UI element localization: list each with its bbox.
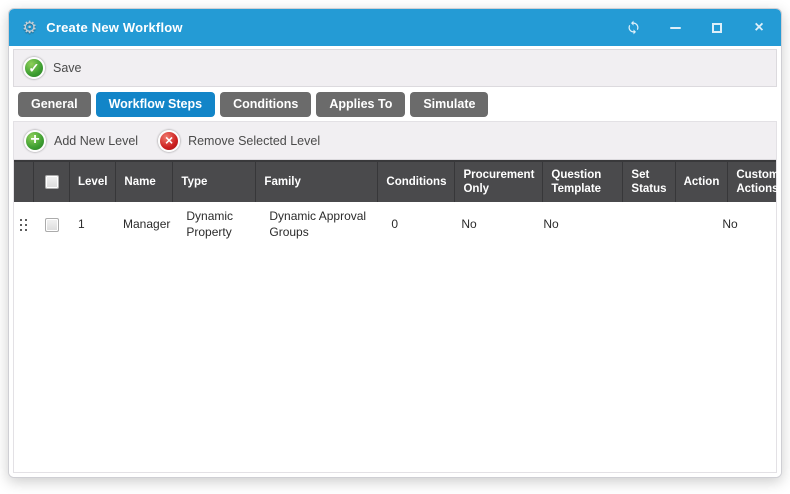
header-level[interactable]: Level [70,162,116,202]
save-button-label: Save [53,61,82,75]
close-button[interactable]: × [750,19,768,37]
tab-general[interactable]: General [18,92,91,117]
cell-conditions: 0 [383,202,453,248]
drag-handle-icon[interactable] [20,219,28,232]
cell-action [662,202,714,248]
row-drag-cell [14,202,34,248]
header-select-column [34,162,70,202]
header-set-status[interactable]: Set Status [623,162,675,202]
add-new-level-button[interactable]: + Add New Level [24,130,138,152]
row-checkbox[interactable] [45,218,59,232]
tab-conditions[interactable]: Conditions [220,92,311,117]
window-controls: × [624,19,768,37]
cell-name: Manager [115,202,178,248]
tab-applies-to[interactable]: Applies To [316,92,405,117]
select-all-checkbox[interactable] [45,175,59,189]
remove-selected-level-button[interactable]: × Remove Selected Level [158,130,320,152]
cell-question-template: No [535,202,615,248]
cell-family: Dynamic Approval Groups [261,202,383,248]
header-action[interactable]: Action [676,162,729,202]
minimize-button[interactable] [666,19,684,37]
header-conditions[interactable]: Conditions [378,162,455,202]
tab-simulate[interactable]: Simulate [410,92,488,117]
save-toolbar: ✓ Save [13,49,777,87]
grid-header-row: Level Name Type Family Conditions Procur… [14,160,776,202]
header-drag-column [14,162,34,202]
close-icon: × [754,20,763,36]
header-question-template[interactable]: Question Template [543,162,623,202]
add-new-level-label: Add New Level [54,134,138,148]
desktop-background: ⚙ Create New Workflow × ✓ Save [0,0,790,494]
title-bar: ⚙ Create New Workflow × [9,9,781,46]
workflow-steps-panel: + Add New Level × Remove Selected Level [13,121,777,473]
workflow-steps-grid: Level Name Type Family Conditions Procur… [14,160,776,248]
gear-icon: ⚙ [22,19,37,36]
add-plus-icon: + [24,130,46,152]
tab-workflow-steps[interactable]: Workflow Steps [96,92,216,117]
remove-selected-level-label: Remove Selected Level [188,134,320,148]
level-toolbar: + Add New Level × Remove Selected Level [14,122,776,160]
cell-level: 1 [70,202,115,248]
refresh-button[interactable] [624,19,642,37]
remove-cross-icon: × [158,130,180,152]
table-row[interactable]: 1 Manager Dynamic Property Dynamic Appro… [14,202,776,248]
cell-type: Dynamic Property [178,202,261,248]
maximize-button[interactable] [708,19,726,37]
save-check-icon: ✓ [23,57,45,79]
tab-bar: General Workflow Steps Conditions Applie… [13,90,777,118]
window-title: Create New Workflow [46,20,182,35]
minimize-icon [670,27,681,29]
refresh-icon [626,20,641,35]
save-button[interactable]: ✓ Save [23,57,82,79]
dialog-body: ✓ Save General Workflow Steps Conditions… [9,46,781,477]
cell-set-status [615,202,662,248]
maximize-icon [712,23,722,33]
cell-procurement-only: No [453,202,535,248]
create-new-workflow-dialog: ⚙ Create New Workflow × ✓ Save [8,8,782,478]
row-select-cell [34,202,70,248]
cell-custom-actions: No [714,202,776,248]
header-family[interactable]: Family [256,162,378,202]
header-name[interactable]: Name [116,162,173,202]
header-procurement-only[interactable]: Procurement Only [455,162,543,202]
header-type[interactable]: Type [173,162,256,202]
header-custom-actions[interactable]: Custom Actions [728,162,782,202]
